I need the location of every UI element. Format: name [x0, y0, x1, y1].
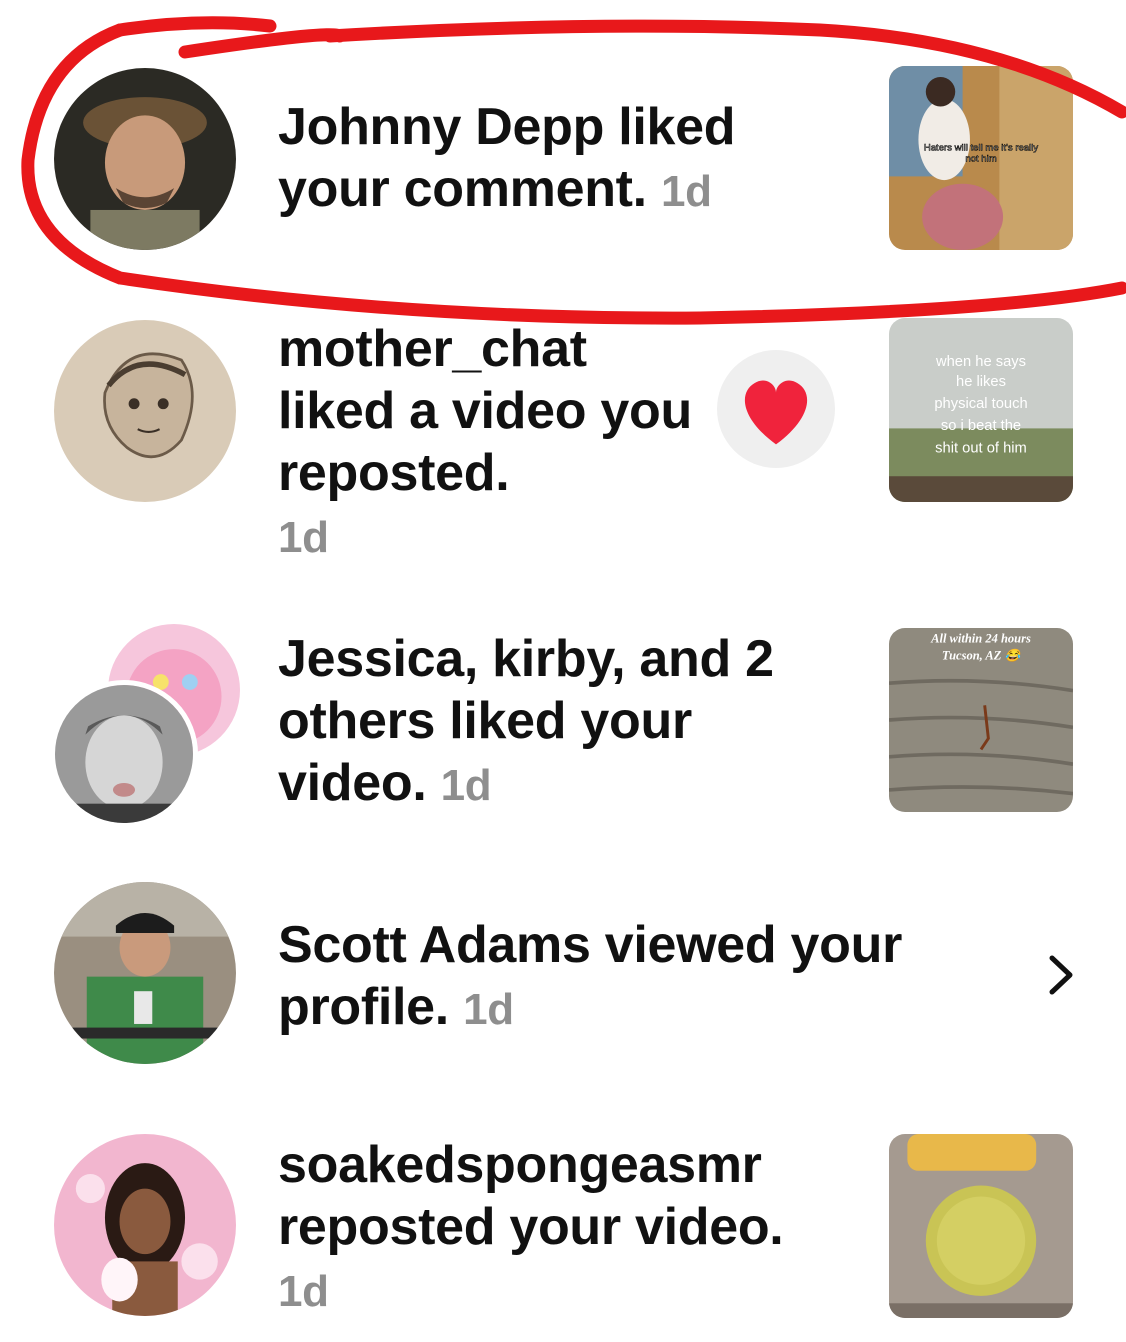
- notification-text: Johnny Depp liked your comment. 1d: [278, 98, 736, 218]
- post-thumbnail[interactable]: Haters will tell me it's really not him: [889, 66, 1073, 250]
- notification-text: Jessica, kirby, and 2 others liked your …: [278, 630, 774, 812]
- svg-text:Tucson, AZ 😂: Tucson, AZ 😂: [942, 648, 1023, 662]
- notification-row[interactable]: Johnny Depp liked your comment. 1d Hater…: [0, 0, 1126, 300]
- post-thumbnail[interactable]: All within 24 hours Tucson, AZ 😂: [889, 628, 1073, 812]
- avatar[interactable]: [50, 680, 198, 828]
- timestamp: 1d: [440, 761, 492, 810]
- post-thumbnail[interactable]: [889, 1134, 1073, 1318]
- notification-row[interactable]: soakedspongeasmr reposted your video. 1d: [0, 1110, 1126, 1342]
- notification-text: Scott Adams viewed your profile. 1d: [278, 916, 903, 1036]
- avatar[interactable]: [54, 882, 236, 1064]
- avatar[interactable]: [54, 68, 236, 250]
- profile-photo-icon: [54, 68, 236, 250]
- notification-row[interactable]: Jessica, kirby, and 2 others liked your …: [0, 600, 1126, 840]
- thumbnail-caption: Haters will tell me it's really: [924, 143, 1039, 154]
- timestamp: 1d: [278, 513, 329, 562]
- post-thumbnail[interactable]: when he says he likes physical touch so …: [889, 318, 1073, 502]
- timestamp: 1d: [463, 985, 514, 1034]
- heart-icon: [744, 380, 808, 445]
- notification-text: soakedspongeasmr reposted your video. 1d: [278, 1136, 784, 1316]
- profile-photo-icon: [54, 1134, 236, 1316]
- profile-photo-icon: [55, 685, 193, 823]
- svg-text:so i beat the: so i beat the: [941, 418, 1021, 434]
- thumbnail-caption: All within 24 hours: [930, 632, 1031, 646]
- timestamp: 1d: [278, 1267, 329, 1316]
- notification-text: mother_chat liked a video you reposted. …: [278, 320, 692, 562]
- notification-row[interactable]: mother_chat liked a video you reposted. …: [0, 300, 1126, 570]
- svg-text:he likes: he likes: [956, 374, 1006, 390]
- like-button[interactable]: [717, 350, 835, 468]
- avatar[interactable]: [54, 320, 236, 502]
- thumbnail-caption: when he says: [935, 354, 1026, 370]
- notification-row[interactable]: Scott Adams viewed your profile. 1d: [0, 860, 1126, 1100]
- svg-text:shit out of him: shit out of him: [935, 440, 1027, 456]
- sketch-drawing-icon: [54, 320, 236, 502]
- svg-text:not him: not him: [965, 154, 996, 165]
- avatar[interactable]: [54, 1134, 236, 1316]
- timestamp: 1d: [661, 167, 712, 216]
- profile-photo-icon: [54, 882, 236, 1064]
- chevron-right-icon[interactable]: [1040, 950, 1080, 1000]
- svg-text:physical touch: physical touch: [934, 396, 1027, 412]
